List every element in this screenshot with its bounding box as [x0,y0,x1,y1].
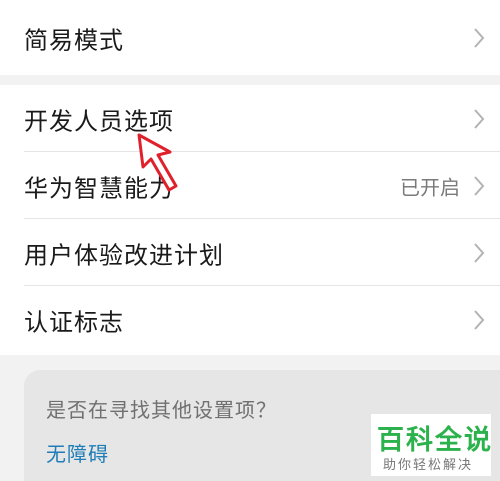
watermark-logo: 百科全说 助你轻松解决 [371,414,491,476]
settings-row-status: 已开启 [400,175,460,199]
settings-row-label: 用户体验改进计划 [24,241,224,269]
chevron-right-icon [474,175,485,196]
settings-row-user-experience[interactable]: 用户体验改进计划 [0,219,500,286]
settings-group-main: 开发人员选项 华为智慧能力 已开启 用户体验改进计划 认证标志 [0,85,500,355]
settings-row-label: 认证标志 [24,308,124,336]
watermark-title: 百科全说 [377,425,493,456]
watermark-subtitle: 助你轻松解决 [383,458,474,473]
settings-group-top: 简易模式 [0,0,500,75]
chevron-right-icon [474,27,485,48]
settings-row-huawei-ai[interactable]: 华为智慧能力 已开启 [0,152,500,219]
settings-row-developer-options[interactable]: 开发人员选项 [0,85,500,152]
settings-row-label: 简易模式 [24,26,124,54]
settings-row-certification[interactable]: 认证标志 [0,286,500,353]
accessibility-link[interactable]: 无障碍 [46,438,109,467]
chevron-right-icon [474,242,485,263]
settings-row-simple-mode[interactable]: 简易模式 [0,0,500,75]
cursor-arrow-icon [137,133,178,192]
search-suggestion-question: 是否在寻找其他设置项？ [46,398,277,422]
chevron-right-icon [474,309,485,330]
settings-row-label: 开发人员选项 [24,107,174,135]
chevron-right-icon [474,108,485,129]
